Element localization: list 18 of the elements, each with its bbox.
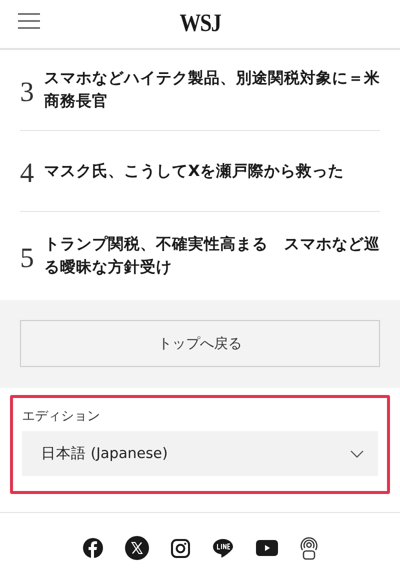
article-rank: 5 bbox=[20, 242, 35, 275]
instagram-icon[interactable] bbox=[170, 538, 190, 558]
edition-label: エディション bbox=[22, 408, 101, 425]
play-button-icon[interactable] bbox=[256, 540, 278, 556]
speech-bubble-icon[interactable] bbox=[212, 538, 234, 558]
article-link[interactable]: マスク氏、こうしてXを瀬戸際から救った bbox=[44, 160, 380, 182]
article-rank: 4 bbox=[20, 157, 35, 190]
podcast-icon[interactable] bbox=[300, 536, 318, 560]
article-rank: 3 bbox=[20, 76, 35, 109]
article-link[interactable]: トランプ関税、不確実性高まる スマホなど巡る曖昧な方針受け bbox=[44, 233, 380, 279]
edition-dropdown[interactable]: 日本語 (Japanese) bbox=[22, 431, 378, 476]
chevron-down-icon bbox=[350, 450, 364, 458]
article-link[interactable]: スマホなどハイテク製品、別途関税対象に＝米商務長官 bbox=[44, 67, 380, 113]
menu-icon[interactable] bbox=[18, 13, 40, 29]
logo[interactable]: WSJ bbox=[179, 10, 221, 38]
back-to-top-button[interactable]: トップへ戻る bbox=[20, 320, 380, 367]
x-logo-icon[interactable] bbox=[124, 536, 148, 560]
facebook-icon[interactable] bbox=[82, 538, 102, 558]
